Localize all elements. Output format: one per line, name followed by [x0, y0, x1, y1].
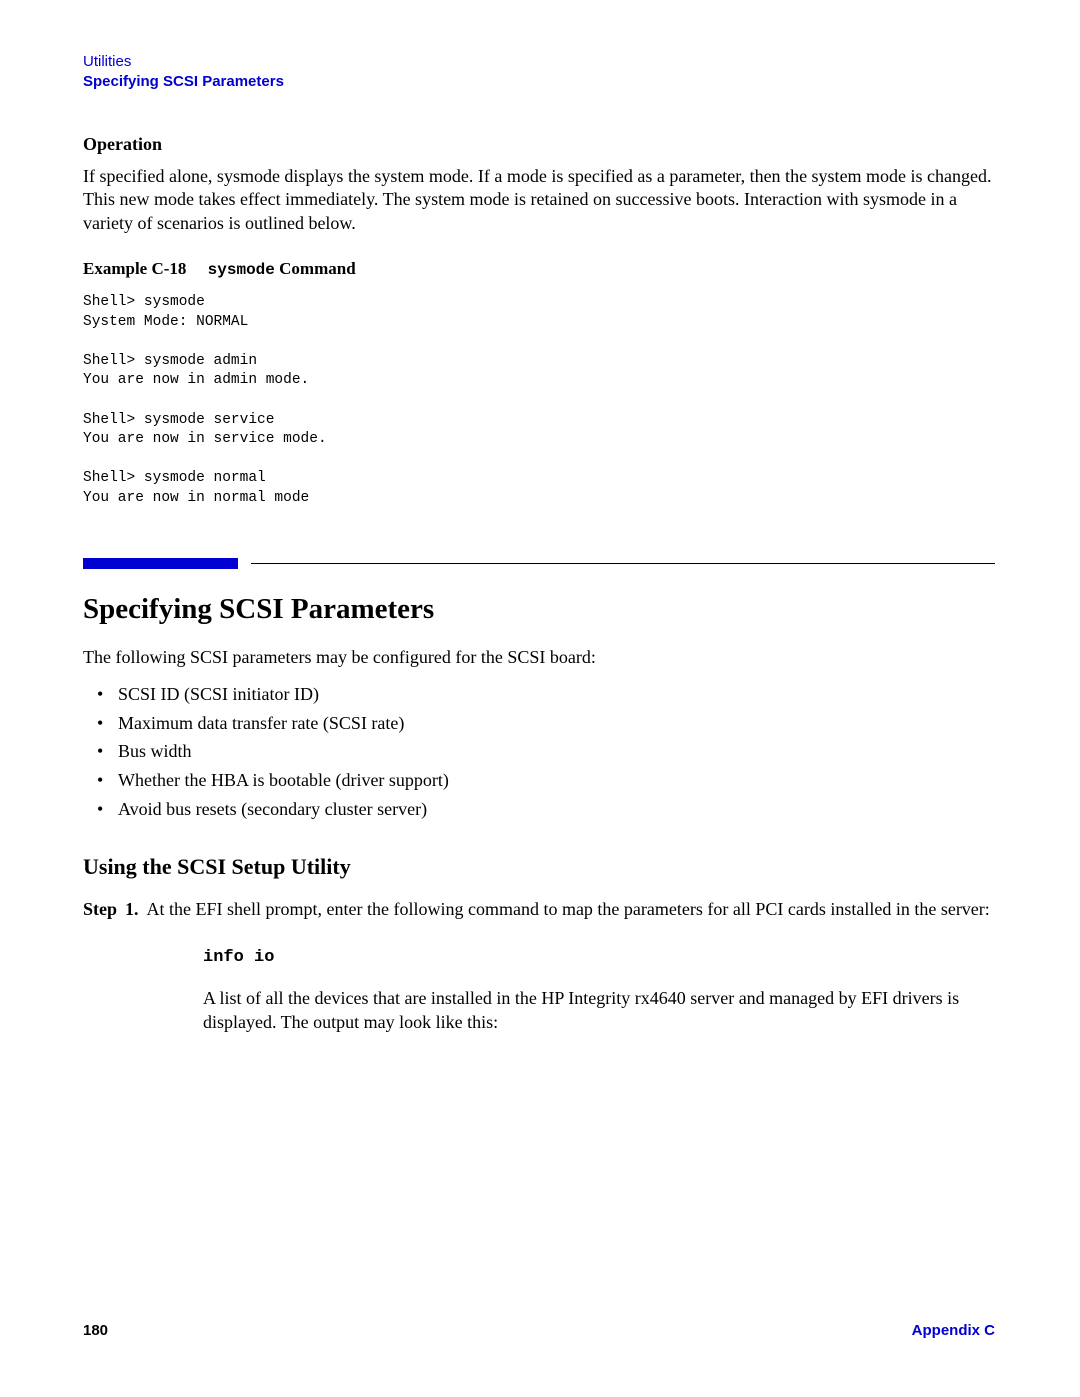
example-label-suffix: Command — [275, 259, 356, 278]
list-item: Maximum data transfer rate (SCSI rate) — [83, 709, 995, 738]
step-result: A list of all the devices that are insta… — [203, 987, 995, 1034]
step-text: At the EFI shell prompt, enter the follo… — [147, 898, 995, 921]
list-item: Whether the HBA is bootable (driver supp… — [83, 766, 995, 795]
divider-line — [251, 563, 995, 564]
step-number: 1. — [125, 898, 139, 931]
operation-heading: Operation — [83, 134, 995, 155]
list-item: SCSI ID (SCSI initiator ID) — [83, 680, 995, 709]
page-number: 180 — [83, 1322, 108, 1339]
step-indent-block: info io A list of all the devices that a… — [203, 947, 995, 1034]
scsi-subheading: Using the SCSI Setup Utility — [83, 854, 995, 880]
example-label: Example C-18 sysmode Command — [83, 259, 995, 279]
operation-body: If specified alone, sysmode displays the… — [83, 165, 995, 235]
step-command: info io — [203, 947, 995, 969]
scsi-title: Specifying SCSI Parameters — [83, 593, 995, 626]
example-command-name: sysmode — [208, 261, 275, 279]
section-divider — [83, 558, 995, 569]
running-header-chapter: Utilities — [83, 53, 995, 70]
example-code-block: Shell> sysmode System Mode: NORMAL Shell… — [83, 293, 995, 508]
list-item: Bus width — [83, 737, 995, 766]
scsi-intro: The following SCSI parameters may be con… — [83, 646, 995, 669]
scsi-bullet-list: SCSI ID (SCSI initiator ID) Maximum data… — [83, 680, 995, 824]
divider-bar — [83, 558, 238, 569]
step-body: At the EFI shell prompt, enter the follo… — [147, 898, 995, 931]
step-row: Step 1. At the EFI shell prompt, enter t… — [83, 898, 995, 931]
appendix-label: Appendix C — [912, 1322, 995, 1339]
page-footer: 180 Appendix C — [83, 1322, 995, 1339]
example-number: Example C-18 — [83, 259, 186, 278]
running-header-section: Specifying SCSI Parameters — [83, 73, 995, 90]
list-item: Avoid bus resets (secondary cluster serv… — [83, 795, 995, 824]
step-label: Step — [83, 898, 117, 931]
